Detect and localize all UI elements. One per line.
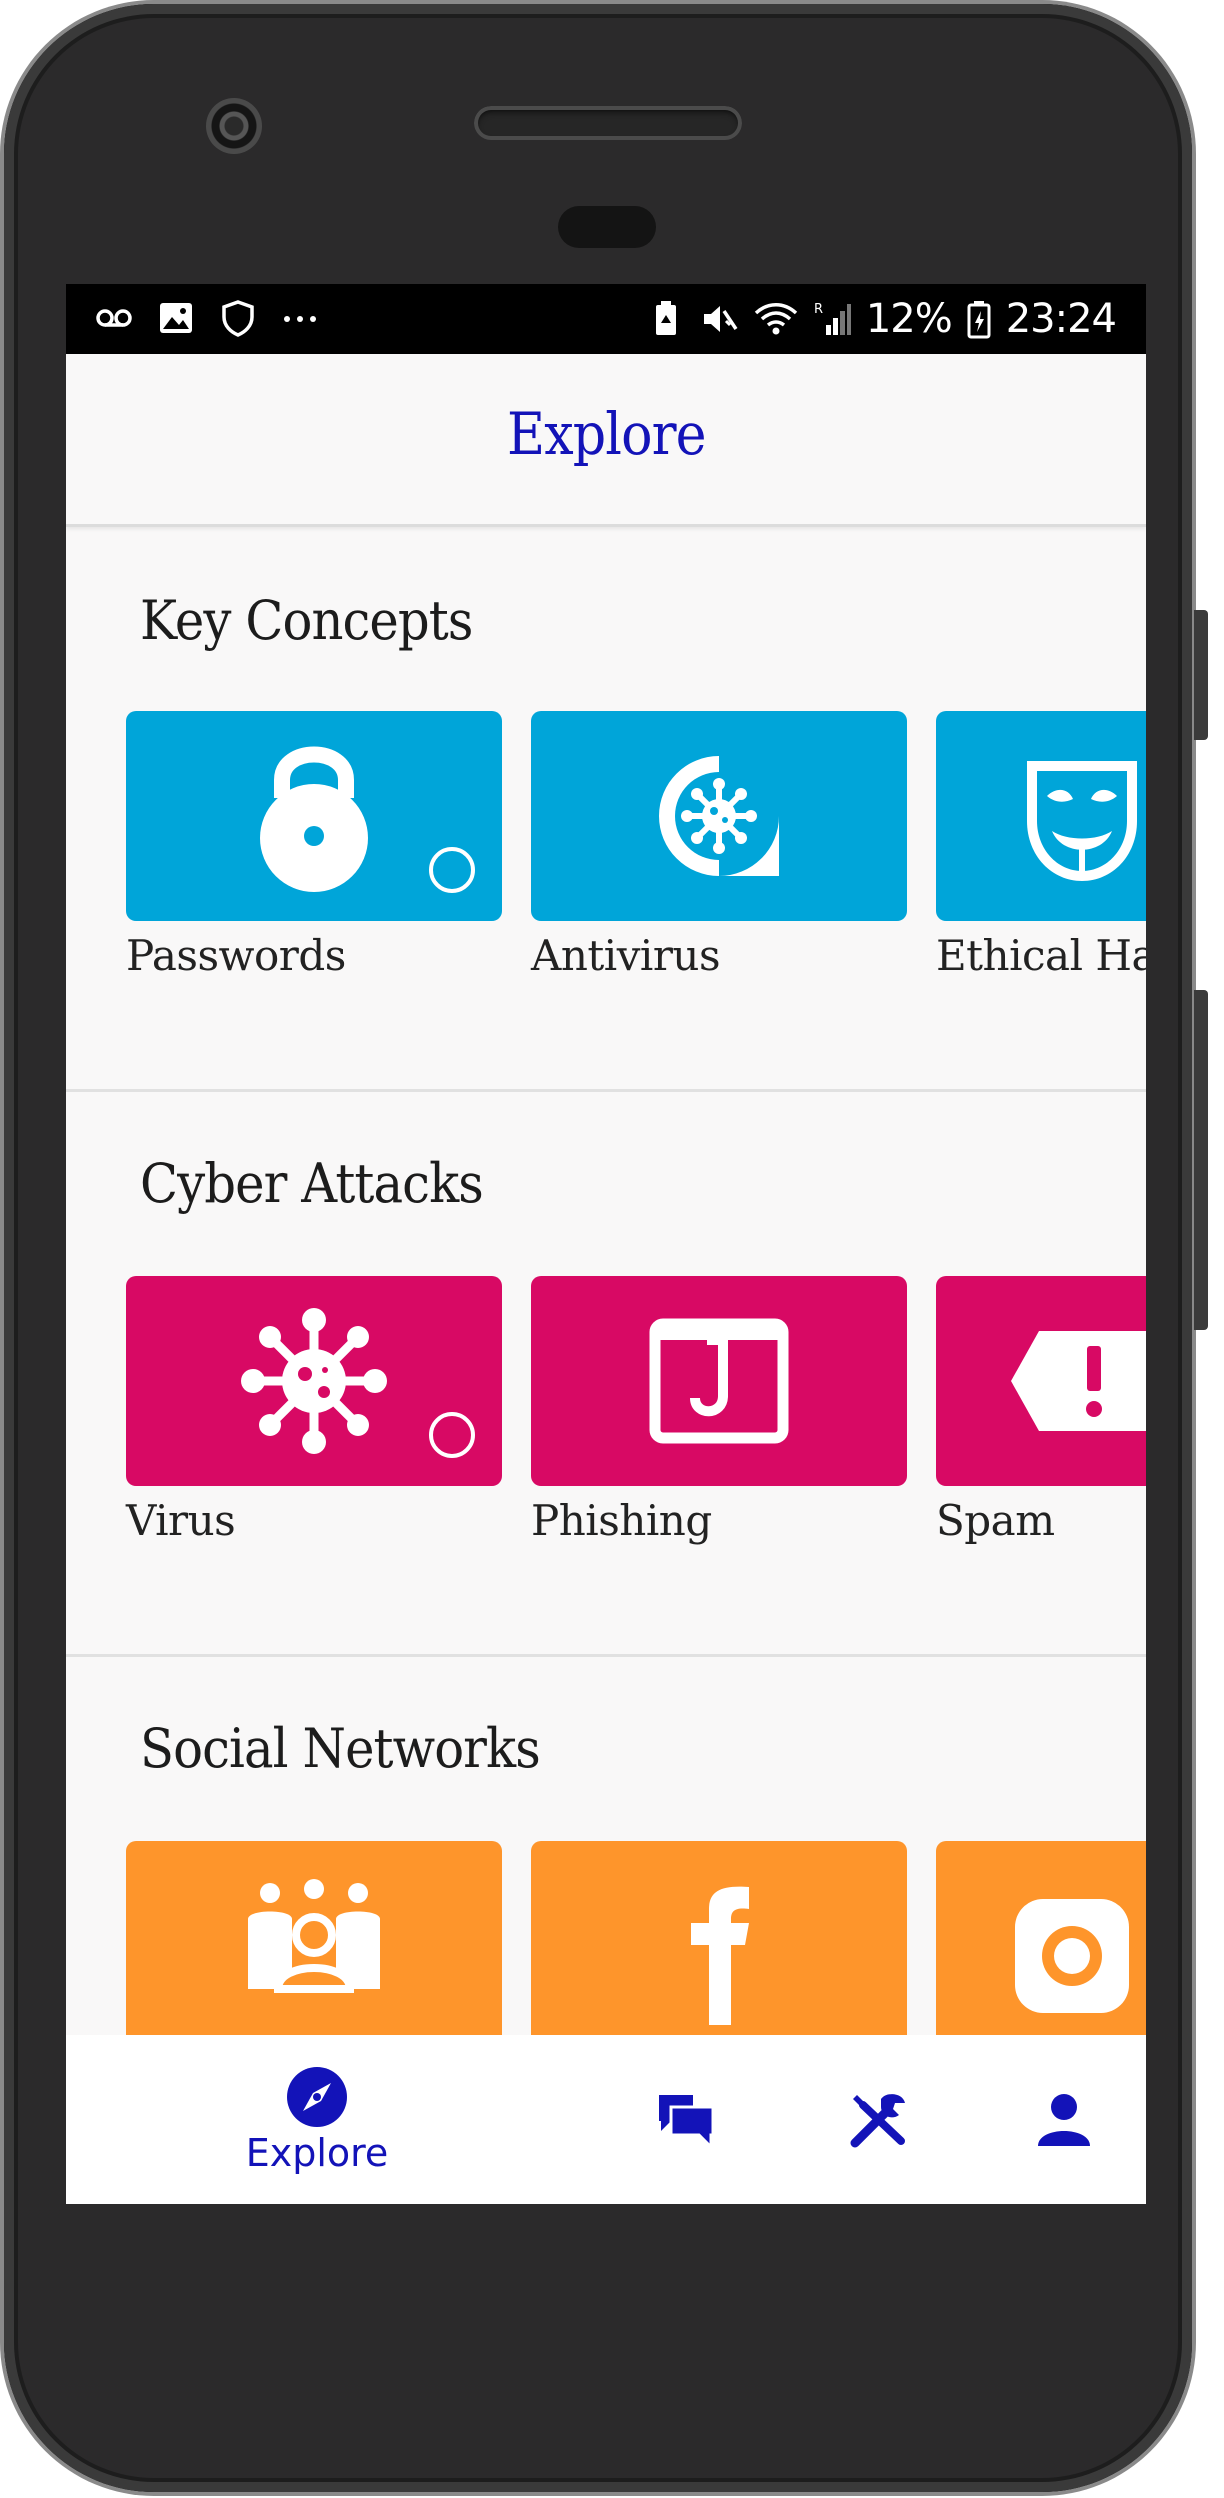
image-icon xyxy=(160,303,192,333)
card-tile[interactable] xyxy=(936,1841,1146,2051)
section-cyber-attacks: Cyber Attacks Virus Phishing Spam xyxy=(66,1092,1146,1657)
padlock-icon xyxy=(260,746,368,892)
spam-tag-icon xyxy=(1011,1331,1146,1431)
phishing-hook-icon xyxy=(649,1318,789,1444)
card-tile[interactable] xyxy=(126,711,502,921)
card-tile[interactable] xyxy=(126,1841,502,2051)
section-title: Cyber Attacks xyxy=(140,1152,484,1215)
loading-spinner xyxy=(429,1412,475,1458)
nav-explore[interactable]: Explore xyxy=(226,2035,408,2204)
proximity-sensor xyxy=(558,206,656,248)
tools-icon xyxy=(850,2093,905,2147)
card-tile[interactable] xyxy=(531,1276,907,1486)
page-title: Explore xyxy=(506,400,707,468)
hacker-mask-icon xyxy=(1027,761,1137,881)
facebook-icon xyxy=(691,1886,749,2025)
more-dots-icon xyxy=(284,316,316,322)
profile-icon xyxy=(1038,2093,1090,2146)
clock: 23:24 xyxy=(1005,296,1117,342)
antivirus-icon xyxy=(659,756,779,876)
bottom-nav: Explore xyxy=(66,2035,1146,2204)
earpiece-speaker xyxy=(474,106,742,140)
chat-icon xyxy=(659,2094,715,2151)
app-header: Explore xyxy=(66,354,1146,527)
wifi-icon xyxy=(754,303,797,335)
nav-profile[interactable] xyxy=(1004,2035,1124,2204)
volume-button xyxy=(1194,990,1208,1330)
card-label: Passwords xyxy=(126,931,346,980)
card-tile[interactable] xyxy=(936,711,1146,921)
section-key-concepts: Key Concepts Passwords Antivirus Ethical… xyxy=(66,527,1146,1092)
shield-icon xyxy=(222,300,254,337)
compass-icon xyxy=(287,2066,347,2127)
card-label: Spam xyxy=(936,1496,1055,1545)
section-title: Key Concepts xyxy=(140,589,473,652)
nav-chat[interactable] xyxy=(626,2035,746,2204)
battery-percent: 12% xyxy=(865,296,953,342)
screen: R 12% 23:24 Explore Key Concepts Passwor… xyxy=(66,284,1146,2204)
power-button xyxy=(1194,610,1208,740)
card-label: Ethical Hacking xyxy=(936,931,1146,980)
battery-saver-icon xyxy=(655,301,676,335)
card-tile[interactable] xyxy=(126,1276,502,1486)
card-label: Virus xyxy=(126,1496,236,1545)
battery-icon xyxy=(967,301,991,339)
card-tile[interactable] xyxy=(531,1841,907,2051)
card-label: Antivirus xyxy=(531,931,721,980)
section-title: Social Networks xyxy=(140,1717,541,1780)
nav-tools[interactable] xyxy=(818,2035,938,2204)
voicemail-icon xyxy=(96,309,132,327)
group-icon xyxy=(248,1879,380,1993)
mute-icon xyxy=(703,306,738,332)
virus-icon xyxy=(241,1308,387,1454)
signal-icon: R xyxy=(814,302,851,335)
front-camera xyxy=(206,98,262,154)
svg-text:R: R xyxy=(814,302,823,317)
card-label: Phishing xyxy=(531,1496,712,1545)
card-tile[interactable] xyxy=(936,1276,1146,1486)
nav-label: Explore xyxy=(245,2130,389,2175)
card-tile[interactable] xyxy=(531,711,907,921)
section-social-networks: Social Networks xyxy=(66,1657,1146,2051)
loading-spinner xyxy=(429,847,475,893)
instagram-icon xyxy=(1015,1899,1129,2013)
status-bar: R 12% 23:24 xyxy=(66,284,1146,354)
